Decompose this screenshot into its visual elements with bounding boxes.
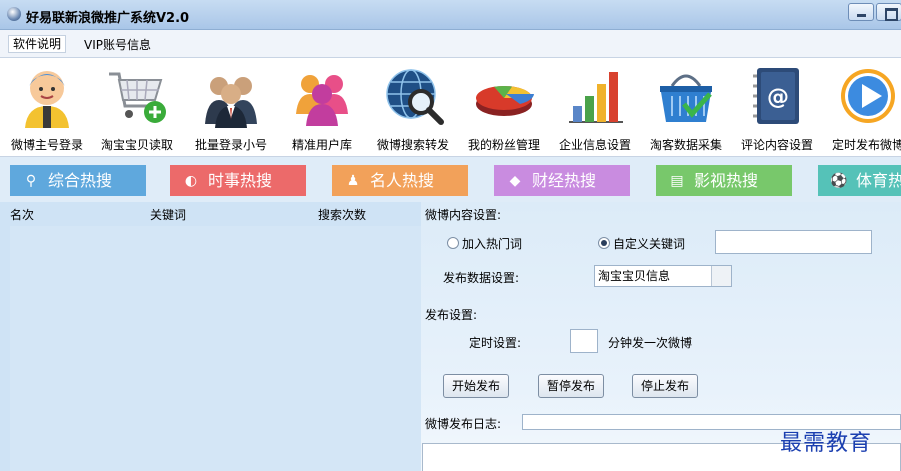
toolbar-main-login[interactable]: 微博主号登录 xyxy=(2,62,92,154)
start-publish-button[interactable]: 开始发布 xyxy=(443,374,509,398)
toolbar-comment-settings[interactable]: @ 评论内容设置 xyxy=(732,62,822,154)
person-icon: ♟ xyxy=(346,173,360,189)
toolbar-label: 微博搜索转发 xyxy=(376,138,449,152)
watermark: 最需教育 xyxy=(780,431,873,456)
tab-label: 财经热搜 xyxy=(532,171,597,190)
column-search-count[interactable]: 搜索次数 xyxy=(318,206,366,223)
tab-news-hot[interactable]: ◐ 时事热搜 xyxy=(170,165,306,196)
timer-input[interactable] xyxy=(570,329,598,353)
toolbar-search-forward[interactable]: 微博搜索转发 xyxy=(368,62,458,154)
toolbar-label: 企业信息设置 xyxy=(558,138,631,152)
timer-label: 定时设置: xyxy=(469,336,522,350)
title-bar: 好易联新浪微推广系统V2.0 xyxy=(0,0,901,30)
tab-general-hot[interactable]: ⚲ 综合热搜 xyxy=(10,165,146,196)
toolbar-label: 精准用户库 xyxy=(291,138,352,152)
tag-icon: ◆ xyxy=(509,173,521,189)
column-keyword[interactable]: 关键词 xyxy=(150,206,186,223)
search-icon: ⚲ xyxy=(25,173,37,189)
user-avatar-icon xyxy=(15,64,79,128)
minimize-button[interactable] xyxy=(848,3,874,21)
content-settings-title: 微博内容设置: xyxy=(425,208,502,222)
publish-data-label: 发布数据设置: xyxy=(443,271,520,285)
radio-custom-keywords-label[interactable]: 自定义关键词 xyxy=(613,235,685,252)
radio-hot-words-label[interactable]: 加入热门词 xyxy=(462,235,522,252)
menu-software-info[interactable]: 软件说明 xyxy=(8,35,67,53)
tab-label: 体育热搜 xyxy=(856,171,901,190)
hot-search-tabs: ⚲ 综合热搜 ◐ 时事热搜 ♟ 名人热搜 ◆ 财经热搜 ▤ 影视热搜 ⚽ 体育热… xyxy=(0,157,901,202)
toolbar-label: 淘宝宝贝读取 xyxy=(100,138,173,152)
radio-custom-keywords[interactable] xyxy=(598,237,610,249)
tab-label: 时事热搜 xyxy=(208,171,273,190)
tab-label: 影视热搜 xyxy=(694,171,759,190)
pause-publish-button[interactable]: 暂停发布 xyxy=(538,374,604,398)
play-icon xyxy=(836,64,900,128)
tab-celebrity-hot[interactable]: ♟ 名人热搜 xyxy=(332,165,468,196)
toolbar-taoke-collect[interactable]: 淘客数据采集 xyxy=(641,62,731,154)
publish-data-select[interactable]: 淘宝宝贝信息 xyxy=(594,265,732,287)
toolbar-scheduled-post[interactable]: 定时发布微博 xyxy=(823,62,901,154)
dropdown-arrow-icon[interactable] xyxy=(711,266,731,286)
film-icon: ▤ xyxy=(670,173,684,189)
shopping-cart-icon xyxy=(105,64,169,128)
basket-icon xyxy=(654,64,718,128)
timer-suffix: 分钟发一次微博 xyxy=(608,336,693,350)
tab-label: 名人热搜 xyxy=(370,171,435,190)
ball-icon: ⚽ xyxy=(830,173,848,189)
group-users-icon xyxy=(199,64,263,128)
toolbar-taobao-read[interactable]: 淘宝宝贝读取 xyxy=(92,62,182,154)
toolbar-label: 批量登录小号 xyxy=(194,138,267,152)
tab-film-hot[interactable]: ▤ 影视热搜 xyxy=(656,165,792,196)
publish-log-label: 微博发布日志: xyxy=(425,417,502,431)
globe-search-icon xyxy=(381,64,445,128)
menu-vip-account[interactable]: VIP账号信息 xyxy=(84,36,151,53)
svg-text:@: @ xyxy=(767,85,789,110)
custom-keyword-input[interactable] xyxy=(715,230,872,254)
bar-chart-icon xyxy=(563,64,627,128)
toolbar-batch-login[interactable]: 批量登录小号 xyxy=(186,62,276,154)
hot-keyword-list: 名次 关键词 搜索次数 xyxy=(0,202,421,471)
publish-data-value: 淘宝宝贝信息 xyxy=(598,269,671,283)
toolbar-label: 定时发布微博 xyxy=(831,138,901,152)
list-body[interactable] xyxy=(10,226,421,471)
toolbar-company-settings[interactable]: 企业信息设置 xyxy=(550,62,640,154)
publish-settings-title: 发布设置: xyxy=(425,308,478,322)
toolbar-fans-manage[interactable]: 我的粉丝管理 xyxy=(459,62,549,154)
pie-chart-icon xyxy=(472,64,536,128)
toolbar: 微博主号登录 淘宝宝贝读取 批量登录小号 精准用户库 微博搜索转发 我的粉丝管理… xyxy=(0,58,901,157)
tab-label: 综合热搜 xyxy=(48,171,113,190)
address-book-icon: @ xyxy=(745,64,809,128)
column-rank[interactable]: 名次 xyxy=(10,206,34,223)
toolbar-label: 我的粉丝管理 xyxy=(467,138,540,152)
menu-bar: 软件说明 VIP账号信息 xyxy=(0,30,901,58)
toolbar-user-database[interactable]: 精准用户库 xyxy=(277,62,367,154)
toolbar-label: 淘客数据采集 xyxy=(649,138,722,152)
tab-sports-hot[interactable]: ⚽ 体育热搜 xyxy=(818,165,901,196)
globe-icon: ◐ xyxy=(184,173,198,189)
app-icon xyxy=(7,7,21,21)
toolbar-label: 评论内容设置 xyxy=(740,138,813,152)
user-database-icon xyxy=(290,64,354,128)
maximize-button[interactable] xyxy=(876,3,901,21)
window-title: 好易联新浪微推广系统V2.0 xyxy=(26,11,190,26)
tab-finance-hot[interactable]: ◆ 财经热搜 xyxy=(494,165,630,196)
radio-hot-words[interactable] xyxy=(447,237,459,249)
stop-publish-button[interactable]: 停止发布 xyxy=(632,374,698,398)
toolbar-label: 微博主号登录 xyxy=(10,138,83,152)
